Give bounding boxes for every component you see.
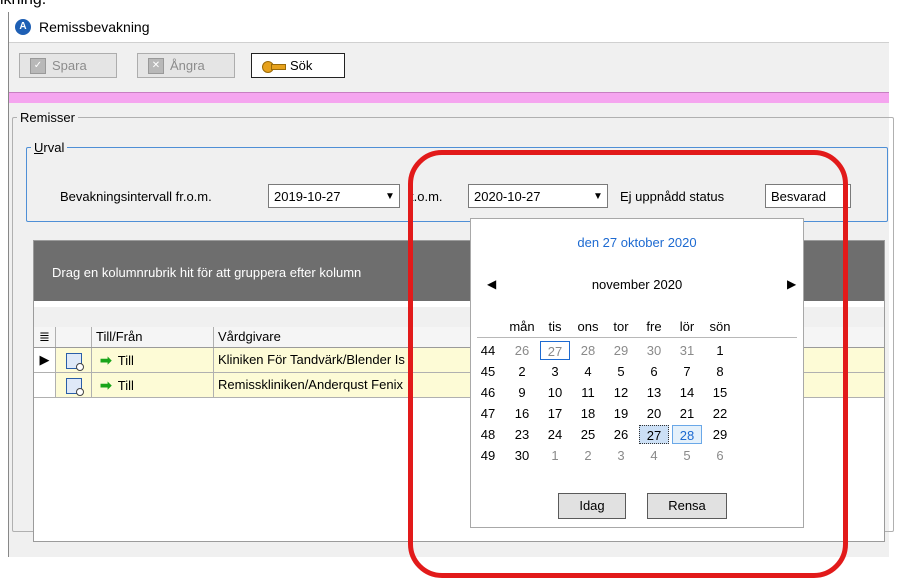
cross-icon: ✕: [148, 57, 164, 74]
row-direction-cell[interactable]: ➡ Till: [92, 373, 214, 397]
urval-accesskey: U: [34, 140, 44, 155]
urval-legend: Urval: [31, 140, 67, 155]
row-selector-icon[interactable]: ▶: [34, 348, 56, 372]
row-direction: Till: [117, 353, 134, 368]
row-doc-cell[interactable]: [56, 348, 92, 372]
cropped-heading-text: ikning.: [0, 0, 46, 9]
header-till-fran[interactable]: Till/Från: [92, 327, 214, 347]
toolbar: ✓ Spara ✕ Ångra Sök: [9, 43, 889, 85]
search-button[interactable]: Sök: [251, 53, 345, 78]
group-by-hint: Drag en kolumnrubrik hit för att grupper…: [52, 265, 362, 280]
search-button-label: Sök: [290, 58, 313, 73]
undo-button-label: Ångra: [170, 58, 205, 73]
document-search-icon[interactable]: [66, 377, 84, 396]
remisser-legend: Remisser: [20, 110, 75, 125]
from-date-combo[interactable]: 2019-10-27 ▼: [268, 184, 400, 208]
column-chooser-icon[interactable]: ≣: [34, 327, 56, 347]
checkmark-icon: ✓: [30, 57, 46, 74]
green-arrow-icon: ➡: [100, 352, 112, 368]
red-annotation-outline: [408, 150, 848, 578]
row-doc-cell[interactable]: [56, 373, 92, 397]
window-title: Remissbevakning: [39, 19, 150, 35]
save-button-label: Spara: [52, 58, 87, 73]
app-logo-icon: A: [15, 19, 31, 35]
from-date-value: 2019-10-27: [274, 188, 341, 204]
document-search-icon[interactable]: [66, 352, 84, 371]
header-doc-column[interactable]: [56, 327, 92, 347]
dropdown-arrow-icon[interactable]: ▼: [381, 185, 399, 207]
row-direction: Till: [117, 378, 134, 393]
save-button[interactable]: ✓ Spara: [19, 53, 117, 78]
from-date-label: Bevakningsintervall fr.o.m.: [60, 189, 212, 204]
row-direction-cell[interactable]: ➡ Till: [92, 348, 214, 372]
title-bar: A Remissbevakning: [9, 12, 889, 43]
keys-search-icon: [262, 60, 286, 73]
urval-legend-rest: rval: [43, 140, 65, 155]
undo-button[interactable]: ✕ Ångra: [137, 53, 235, 78]
green-arrow-icon: ➡: [100, 377, 112, 393]
status-color-bar: [9, 92, 889, 103]
row-selector[interactable]: [34, 373, 56, 397]
